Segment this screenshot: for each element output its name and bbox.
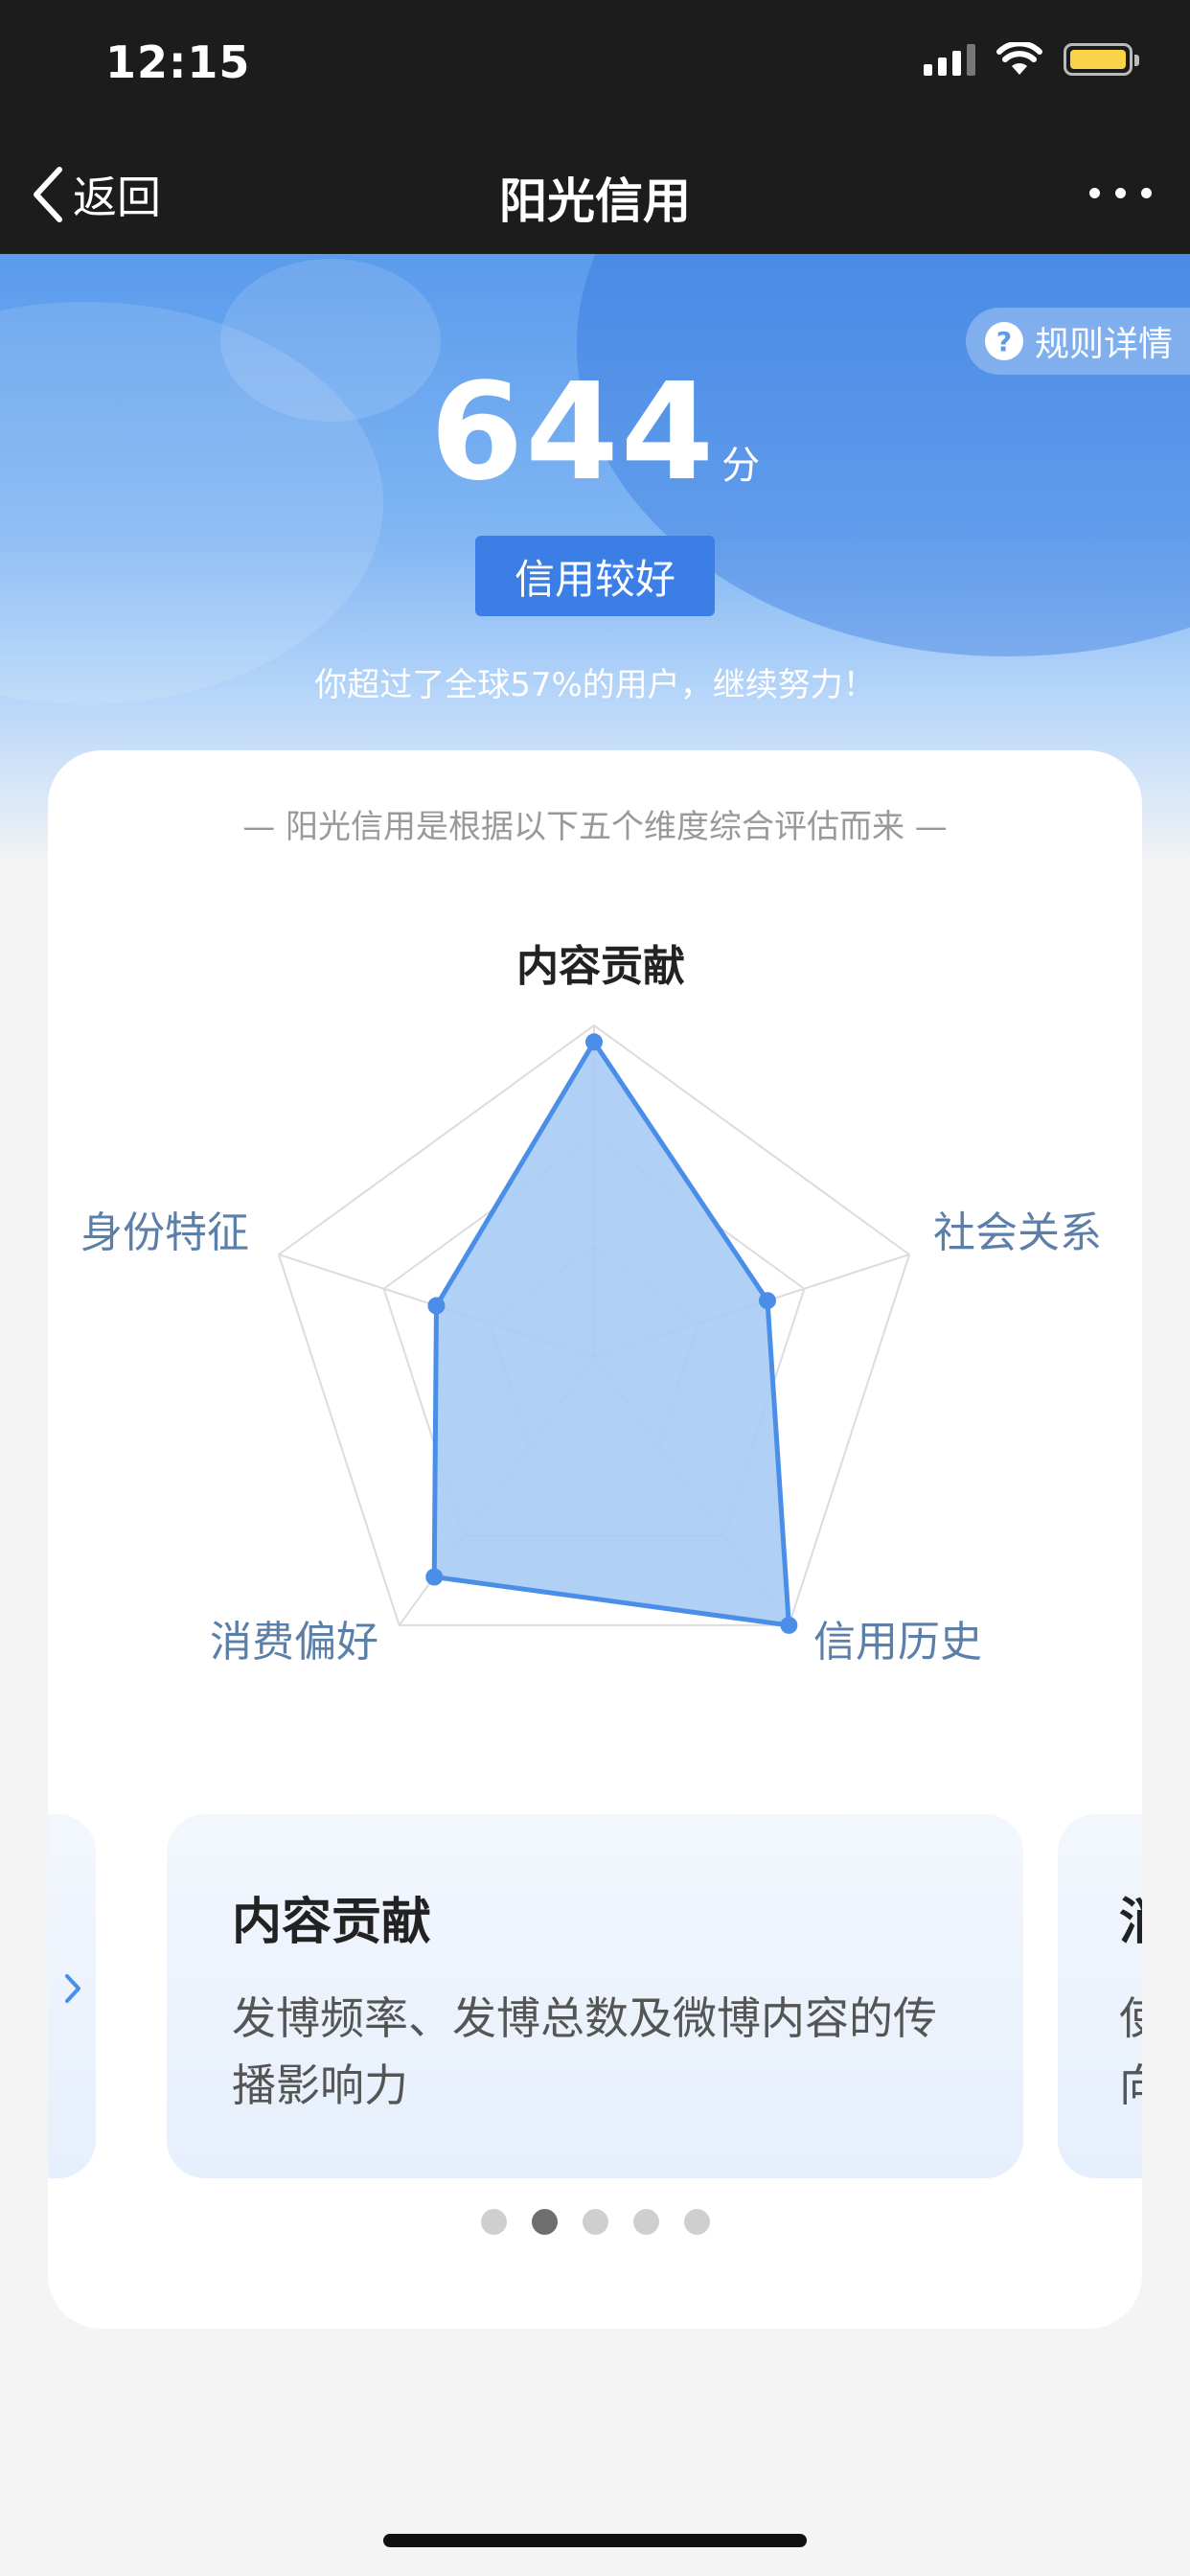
next-description-line: 使 (1119, 1992, 1142, 2044)
dimension-description: 发博频率、发博总数及微博内容的传播影响力 (232, 1992, 937, 2111)
wifi-icon (996, 42, 1042, 77)
page-title: 阳光信用 (499, 173, 691, 229)
radar-label-1[interactable]: 社会关系 (933, 1208, 1102, 1257)
cellular-signal-icon (924, 43, 975, 76)
next-dimension-description: 使 向 (1119, 1985, 1142, 2119)
rank-text: 你超过了全球57%的用户，继续努力！ (314, 666, 876, 704)
score-unit: 分 (721, 444, 761, 488)
more-dot-icon (1141, 188, 1152, 198)
status-time: 12:15 (105, 36, 251, 88)
battery-icon (1064, 43, 1139, 76)
next-dimension-title: 消 (1119, 1881, 1142, 1953)
status-icons (924, 42, 1139, 77)
radar-point-0 (585, 1033, 603, 1051)
credit-dimensions-card: — 阳光信用是根据以下五个维度综合评估而来 — 内容贡献 社会关系 信用历史 消费偏好… (48, 750, 1142, 2329)
more-button[interactable] (1089, 188, 1152, 198)
more-dot-icon (1089, 188, 1100, 198)
radar-label-0[interactable]: 内容贡献 (516, 942, 685, 991)
radar-label-3[interactable]: 消费偏好 (210, 1618, 378, 1667)
chevron-right-icon (65, 1974, 80, 2003)
page-dot[interactable] (582, 2209, 608, 2235)
dimension-card-prev[interactable] (48, 1814, 96, 2178)
radar-point-3 (425, 1568, 444, 1586)
page-dot[interactable] (531, 2209, 558, 2235)
nav-bar: 返回 阳光信用 (0, 134, 1190, 254)
credit-level-badge: 信用较好 (475, 536, 715, 616)
radar-point-1 (758, 1292, 776, 1310)
dimension-card-next[interactable]: 消 使 向 (1058, 1814, 1142, 2178)
score-display: 644 分 (0, 355, 1190, 511)
page-dot[interactable] (683, 2209, 710, 2235)
radar-point-4 (427, 1297, 446, 1315)
next-description-line: 向 (1119, 2059, 1142, 2111)
radar-chart: 内容贡献社会关系信用历史 消费偏好 身份特征 (80, 942, 1102, 1667)
status-bar: 12:15 (0, 0, 1190, 134)
radar-label-4[interactable]: 身份特征 (80, 1208, 249, 1257)
radar-label-2[interactable]: 信用历史 (813, 1618, 982, 1667)
home-indicator (383, 2534, 807, 2547)
more-dot-icon (1115, 188, 1126, 198)
credit-score: 644 (429, 355, 717, 511)
dimension-card-current[interactable]: 内容贡献 发博频率、发博总数及微博内容的传播影响力 (167, 1814, 1023, 2178)
radar-point-2 (780, 1616, 798, 1634)
page-dot[interactable] (480, 2209, 507, 2235)
battery-level (1070, 50, 1126, 69)
page-dot[interactable] (632, 2209, 659, 2235)
dimension-title: 内容贡献 (232, 1894, 432, 1951)
page-indicator (48, 2209, 1142, 2235)
